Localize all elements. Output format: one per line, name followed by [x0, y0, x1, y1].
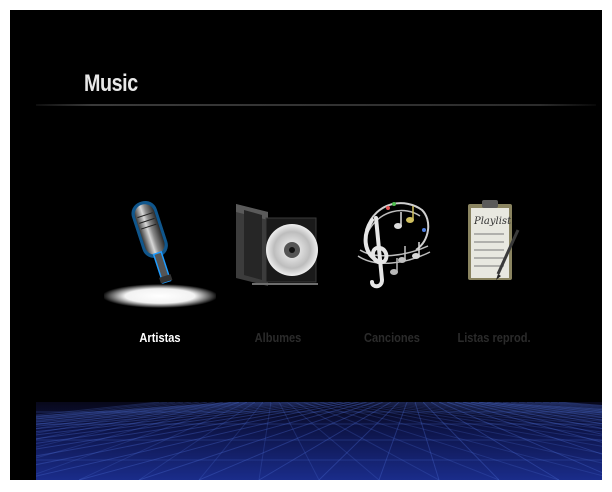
playlist-clipboard-icon: Playlist — [438, 190, 550, 300]
music-notes-icon — [336, 190, 448, 300]
menu-item-label: Artistas — [139, 330, 181, 345]
menu-item-artistas[interactable]: Artistas — [102, 190, 218, 360]
grid-floor-decoration — [36, 402, 602, 480]
menu-item-label: Canciones — [364, 330, 420, 345]
media-screen: Music Artistas Albumes Canciones Playlis… — [10, 10, 602, 480]
menu-item-listas-reprod[interactable]: Playlist Listas reprod. — [438, 190, 550, 360]
menu-item-albumes[interactable]: Albumes — [222, 190, 334, 360]
menu-item-canciones[interactable]: Canciones — [336, 190, 448, 360]
cd-case-icon — [222, 190, 334, 300]
menu-item-label: Listas reprod. — [457, 330, 531, 345]
microphone-icon — [102, 190, 218, 308]
header-divider — [36, 104, 596, 106]
svg-text:Playlist: Playlist — [473, 216, 512, 227]
menu-item-label: Albumes — [254, 330, 302, 345]
page-title: Music — [84, 70, 138, 97]
